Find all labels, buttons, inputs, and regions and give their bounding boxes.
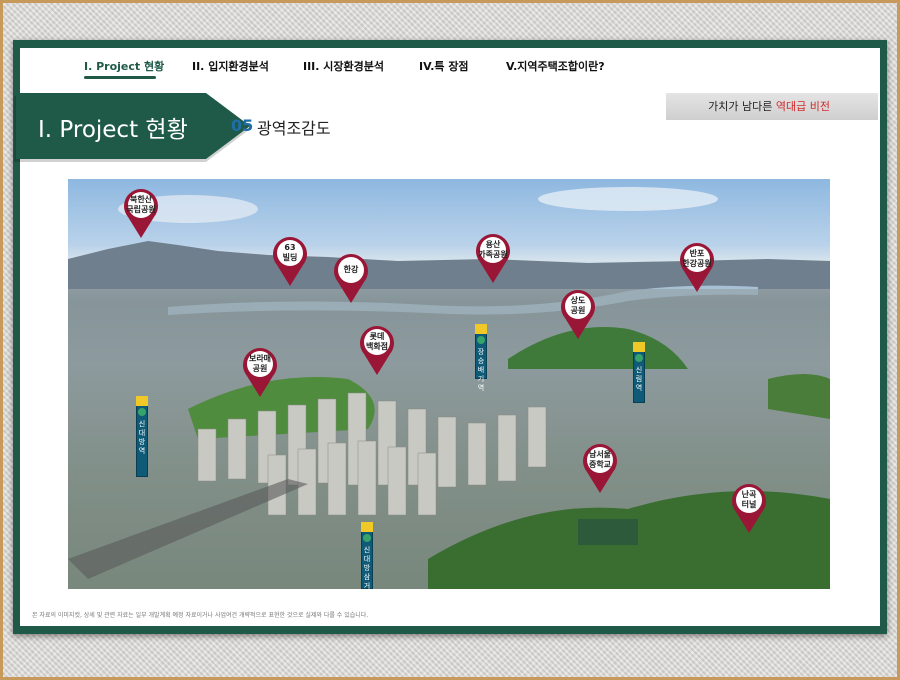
- station-label: 신림역: [635, 366, 643, 392]
- pin-label: 남서울 중학교: [588, 450, 612, 469]
- subway-icon: [477, 336, 485, 344]
- nav-active-underline: [84, 76, 156, 79]
- aerial-view-image: 북한산 국립공원 63 빌딩 한강 용산 가족공원 반포 한강공원 상도 공원 …: [68, 179, 830, 589]
- station-cap: [361, 522, 373, 532]
- station-label: 장승배기역: [477, 348, 485, 392]
- pin-label: 용산 가족공원: [478, 240, 508, 259]
- map-pin-boramae-park: 보라매 공원: [241, 346, 279, 398]
- pin-label: 반포 한강공원: [682, 249, 712, 268]
- subway-icon: [635, 354, 643, 362]
- nav-item-features[interactable]: IV.특 장점: [419, 58, 469, 74]
- map-pin-sangdo-park: 상도 공원: [559, 288, 597, 340]
- subway-icon: [363, 534, 371, 542]
- pin-label: 보라매 공원: [248, 354, 272, 373]
- map-pin-nangok-tunnel: 난곡 터널: [730, 482, 768, 534]
- station-sillim: 신림역: [633, 342, 645, 403]
- pin-label: 난곡 터널: [741, 490, 757, 509]
- station-sindaebang-samgeori: 신대방삼거리역: [361, 522, 373, 589]
- slogan-highlight: 역대급 비전: [775, 100, 830, 113]
- section-title: 광역조감도: [257, 119, 331, 138]
- pin-label: 상도 공원: [570, 296, 586, 315]
- station-sindaebang: 신대방역: [136, 396, 148, 477]
- nav-item-housing-union[interactable]: V.지역주택조합이란?: [506, 58, 605, 74]
- section-number: 05: [231, 116, 254, 135]
- pin-label: 롯데 백화점: [365, 332, 389, 351]
- map-pin-hangang: 한강: [332, 252, 370, 304]
- station-jangseungbaegi: 장승배기역: [475, 324, 487, 392]
- station-label: 신대방삼거리역: [363, 546, 371, 589]
- map-pin-banpo-park: 반포 한강공원: [678, 241, 716, 293]
- map-pin-yongsan-park: 용산 가족공원: [474, 232, 512, 284]
- station-cap: [136, 396, 148, 406]
- station-label: 신대방역: [138, 420, 146, 455]
- station-cap: [475, 324, 487, 334]
- map-pin-lotte-department: 롯데 백화점: [358, 324, 396, 376]
- map-pin-63-building: 63 빌딩: [271, 235, 309, 287]
- pin-label: 한강: [343, 265, 359, 274]
- map-pin-namseoul-middle-school: 남서울 중학교: [581, 442, 619, 494]
- disclaimer-text: 본 자료의 이미지컷, 상세 및 관련 자료는 일부 개발계획 예정 자료이거나…: [32, 612, 369, 619]
- nav-item-market[interactable]: III. 시장환경분석: [303, 58, 384, 74]
- nav-item-location[interactable]: II. 입지환경분석: [192, 58, 269, 74]
- nav-item-project[interactable]: I. Project 현황: [84, 58, 164, 74]
- pin-label: 63 빌딩: [282, 243, 298, 262]
- slogan-bar: 가치가 남다른 역대급 비전: [666, 93, 878, 120]
- station-cap: [633, 342, 645, 352]
- page-title: I. Project 현황: [38, 117, 188, 143]
- pin-label: 북한산 국립공원: [126, 195, 156, 214]
- subway-icon: [138, 408, 146, 416]
- slogan-text: 가치가 남다른: [708, 100, 776, 113]
- map-pin-bukhansan: 북한산 국립공원: [122, 187, 160, 239]
